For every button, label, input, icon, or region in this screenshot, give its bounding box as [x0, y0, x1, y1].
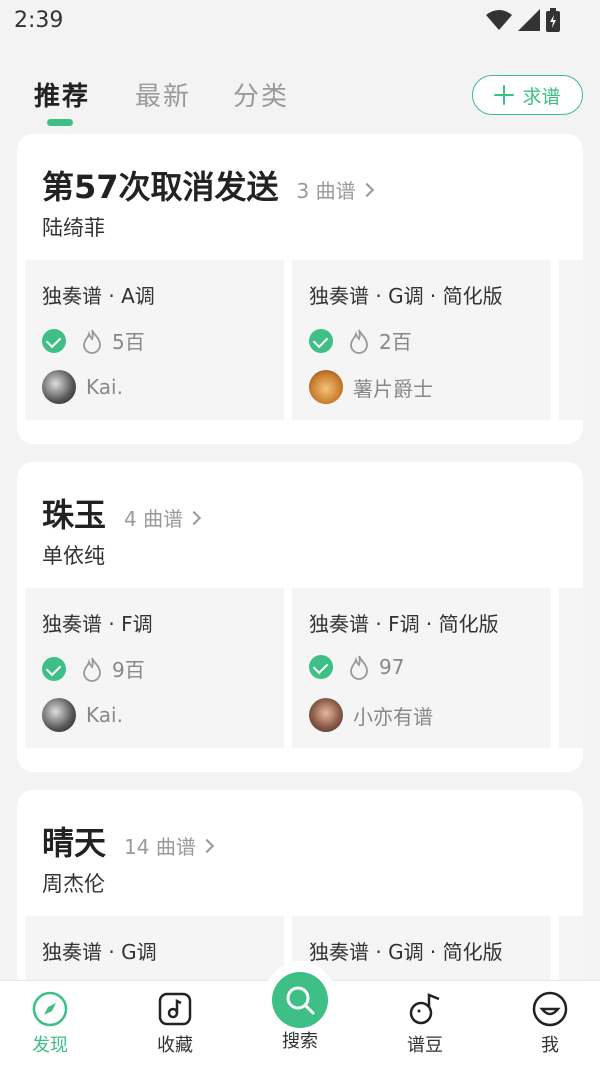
chevron-right-icon: [359, 182, 374, 197]
score-count: 14 曲谱: [124, 835, 196, 859]
song-card[interactable]: 晴天 14 曲谱 周杰伦 独奏谱 · G调 独奏谱 · G调 · 简化版: [17, 790, 583, 990]
song-artist: 周杰伦: [42, 872, 105, 896]
tab-latest[interactable]: 最新: [135, 76, 191, 113]
score-item[interactable]: 独奏谱 · G调 · 简化版 2百 薯片爵士: [292, 260, 551, 420]
song-artist: 单依纯: [42, 544, 105, 568]
score-item[interactable]: 独奏谱 · F调 9百 Kai.: [25, 588, 284, 748]
nav-label: 我: [541, 1035, 559, 1056]
score-item[interactable]: 独奏谱 · F调 · 简化版 97 小亦有谱: [292, 588, 551, 748]
status-time: 2:39: [14, 8, 64, 33]
heat-value: 97: [379, 655, 405, 679]
song-title: 第57次取消发送: [42, 168, 279, 206]
song-card[interactable]: 珠玉 4 曲谱 单依纯 独奏谱 · F调 9百 Kai. 独奏谱 · F调 · …: [17, 462, 583, 772]
score-name: 独奏谱 · G调: [42, 940, 157, 964]
author-name: Kai.: [86, 375, 123, 399]
battery-icon: [546, 8, 560, 32]
tab-category[interactable]: 分类: [233, 76, 289, 113]
author-name: 薯片爵士: [353, 376, 433, 401]
smile-icon: [532, 991, 568, 1027]
score-item-peek[interactable]: [559, 916, 583, 990]
avatar: [42, 698, 76, 732]
heat-value: 2百: [379, 330, 412, 354]
score-count: 3 曲谱: [296, 179, 356, 203]
nav-beans[interactable]: 谱豆: [385, 991, 465, 1057]
signal-icon: [518, 9, 540, 31]
score-name: 独奏谱 · F调: [42, 612, 153, 636]
chevron-right-icon: [199, 838, 214, 853]
status-icons: [486, 8, 560, 32]
chevron-right-icon: [187, 510, 202, 525]
score-item[interactable]: 独奏谱 · G调: [25, 916, 284, 990]
verified-icon: [309, 328, 333, 353]
request-score-button[interactable]: 求谱: [472, 75, 583, 115]
bean-icon: [409, 993, 440, 1025]
score-name: 独奏谱 · F调 · 简化版: [309, 612, 499, 636]
nav-favorites[interactable]: 收藏: [135, 991, 215, 1057]
song-card[interactable]: 第57次取消发送 3 曲谱 陆绮菲 独奏谱 · A调 5百 Kai. 独奏谱 ·…: [17, 134, 583, 444]
verified-icon: [42, 656, 66, 681]
song-artist: 陆绮菲: [42, 216, 105, 240]
score-name: 独奏谱 · G调 · 简化版: [309, 284, 503, 308]
verified-icon: [42, 328, 66, 353]
request-score-label: 求谱: [522, 85, 561, 108]
fire-icon: [350, 329, 368, 354]
avatar: [309, 370, 343, 404]
tab-recommend[interactable]: 推荐: [34, 76, 90, 113]
top-tabs: 推荐 最新 分类 求谱: [0, 62, 600, 132]
nav-label: 发现: [32, 1035, 68, 1056]
heat-value: 9百: [112, 658, 145, 682]
active-tab-indicator: [47, 119, 73, 126]
fire-icon: [350, 655, 368, 680]
author-name: Kai.: [86, 703, 123, 727]
score-count-link[interactable]: 4 曲谱: [124, 503, 202, 532]
author-name: 小亦有谱: [353, 704, 433, 729]
verified-icon: [309, 655, 333, 679]
nav-label: 收藏: [157, 1035, 193, 1056]
score-item-peek[interactable]: [559, 588, 583, 748]
score-count-link[interactable]: 14 曲谱: [124, 831, 214, 860]
heat-value: 5百: [112, 330, 145, 354]
status-bar: 2:39: [0, 0, 600, 44]
score-name: 独奏谱 · A调: [42, 284, 155, 308]
score-item[interactable]: 独奏谱 · A调 5百 Kai.: [25, 260, 284, 420]
score-name: 独奏谱 · G调 · 简化版: [309, 940, 503, 964]
song-title: 珠玉: [42, 496, 107, 534]
compass-icon: [32, 991, 68, 1027]
score-item-peek[interactable]: [559, 260, 583, 420]
music-note-icon: [158, 992, 192, 1026]
search-button[interactable]: [272, 972, 328, 1028]
avatar: [309, 698, 343, 732]
avatar: [42, 370, 76, 404]
plus-icon: [494, 85, 515, 105]
score-count-link[interactable]: 3 曲谱: [296, 175, 374, 204]
nav-me[interactable]: 我: [510, 991, 590, 1057]
nav-discover[interactable]: 发现: [10, 991, 90, 1057]
search-icon: [286, 986, 315, 1015]
song-title: 晴天: [42, 824, 107, 862]
nav-label: 谱豆: [407, 1035, 443, 1056]
fire-icon: [83, 329, 101, 354]
fire-icon: [83, 657, 101, 682]
wifi-icon: [486, 10, 512, 30]
score-count: 4 曲谱: [124, 507, 184, 531]
